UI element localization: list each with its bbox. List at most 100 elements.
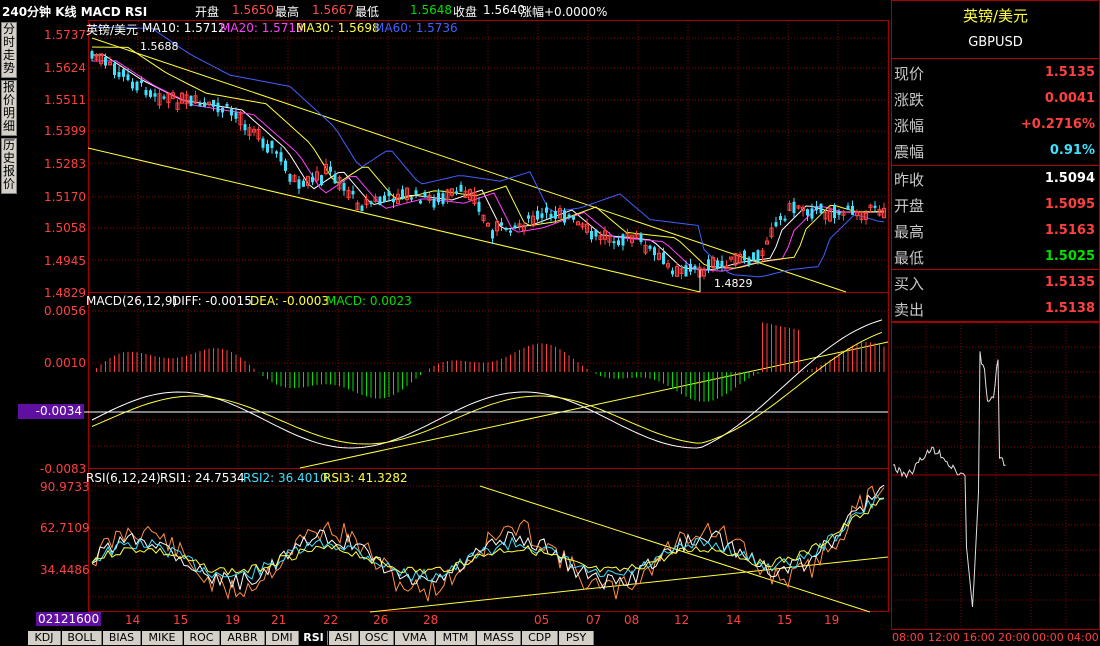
tab-arbr[interactable]: ARBR bbox=[221, 631, 265, 645]
price-tick: 1.5058 bbox=[44, 221, 86, 235]
candle-body bbox=[297, 179, 301, 189]
low-marker: 1.4829 bbox=[714, 277, 753, 290]
quote-row: 最高 1.5163 bbox=[892, 217, 1099, 243]
intraday-time-axis: 08:00 12:00 16:00 20:00 00:00 04:00 bbox=[891, 630, 1100, 646]
time-tick: 08:00 bbox=[892, 631, 924, 644]
quote-row-value: 1.5135 bbox=[1044, 65, 1095, 80]
intraday-mini-chart[interactable] bbox=[891, 322, 1100, 630]
candle-body bbox=[392, 198, 395, 203]
tab-roc[interactable]: ROC bbox=[184, 631, 220, 645]
candle-body bbox=[837, 212, 841, 215]
quote-row: 涨幅 +0.2716% bbox=[892, 111, 1099, 137]
diff-line bbox=[91, 319, 883, 449]
candle-body bbox=[662, 252, 665, 265]
candle-body bbox=[693, 265, 697, 270]
candle-body bbox=[279, 152, 283, 162]
price-tick: 1.5170 bbox=[44, 190, 86, 204]
candle-body bbox=[378, 196, 382, 206]
candle-body bbox=[437, 192, 440, 203]
date-tick: 21 bbox=[271, 613, 287, 627]
candle-body bbox=[833, 206, 836, 219]
candle-body bbox=[752, 252, 755, 261]
candle-body bbox=[401, 189, 404, 198]
candle-body bbox=[491, 230, 494, 239]
tab-mass[interactable]: MASS bbox=[477, 631, 521, 645]
dea-line bbox=[91, 331, 883, 445]
quote-row-label: 买入 bbox=[894, 275, 925, 293]
ma60-readout: MA60: 1.5736 bbox=[374, 21, 458, 35]
quote-row-value: 1.5138 bbox=[1044, 301, 1095, 316]
ma-line bbox=[91, 26, 885, 278]
candle-body bbox=[545, 207, 548, 213]
candle-body bbox=[594, 229, 598, 237]
candle-body bbox=[527, 215, 530, 219]
macd-tick: 0.0010 bbox=[44, 356, 86, 370]
tab-mtm[interactable]: MTM bbox=[436, 631, 476, 645]
candle-body bbox=[477, 201, 481, 212]
date-tick: 19 bbox=[824, 613, 840, 627]
quote-row-value: 1.5163 bbox=[1044, 223, 1095, 238]
candle-body bbox=[162, 96, 166, 99]
quote-row-label: 卖出 bbox=[894, 301, 925, 319]
macd-title: MACD(26,12,9) bbox=[86, 294, 178, 308]
rsi1-readout: RSI1: 24.7534 bbox=[160, 471, 245, 485]
tab-kdj[interactable]: KDJ bbox=[28, 631, 61, 645]
tab-boll[interactable]: BOLL bbox=[62, 631, 102, 645]
candle-body bbox=[671, 270, 674, 275]
tab-dmi[interactable]: DMI bbox=[266, 631, 299, 645]
price-tick: 1.5399 bbox=[44, 124, 86, 138]
quote-row-value: 0.91% bbox=[1049, 143, 1095, 158]
main-chart[interactable] bbox=[0, 0, 890, 630]
candle-body bbox=[369, 201, 373, 204]
high-marker: 1.5688 bbox=[140, 40, 179, 53]
candle-body bbox=[509, 230, 512, 233]
candle-body bbox=[342, 183, 346, 191]
quote-row: 开盘 1.5095 bbox=[892, 191, 1099, 217]
tab-psy[interactable]: PSY bbox=[559, 631, 594, 645]
candle-body bbox=[774, 222, 778, 227]
candle-body bbox=[131, 81, 134, 89]
candle-body bbox=[653, 247, 656, 256]
cursor-date: 02121600 bbox=[36, 612, 102, 626]
quote-row-value: 1.5135 bbox=[1044, 275, 1095, 290]
ma-line bbox=[91, 46, 884, 269]
tab-vma[interactable]: VMA bbox=[395, 631, 435, 645]
tab-mike[interactable]: MIKE bbox=[142, 631, 183, 645]
candle-body bbox=[140, 80, 143, 83]
tab-osc[interactable]: OSC bbox=[360, 631, 394, 645]
candle-body bbox=[441, 193, 445, 204]
quote-row-label: 涨跌 bbox=[894, 91, 925, 109]
tab-asi[interactable]: ASI bbox=[329, 631, 359, 645]
tab-cdp[interactable]: CDP bbox=[522, 631, 558, 645]
candle-body bbox=[572, 216, 575, 220]
quote-row-value: 1.5025 bbox=[1044, 249, 1095, 264]
candle-body bbox=[783, 218, 787, 221]
quote-row-value: +0.2716% bbox=[1020, 117, 1095, 132]
candle-body bbox=[707, 259, 710, 270]
candle-body bbox=[230, 109, 233, 116]
candle-body bbox=[302, 180, 305, 187]
tab-bias[interactable]: BIAS bbox=[103, 631, 141, 645]
candle-body bbox=[617, 240, 620, 246]
quote-divider bbox=[892, 269, 1099, 270]
candle-body bbox=[779, 216, 782, 220]
candle-body bbox=[639, 233, 643, 243]
date-tick: 12 bbox=[674, 613, 690, 627]
quote-row: 买入 1.5135 bbox=[892, 269, 1099, 295]
candle-body bbox=[720, 260, 724, 268]
candle-body bbox=[536, 210, 539, 220]
candle-body bbox=[410, 197, 413, 200]
date-tick: 15 bbox=[173, 613, 189, 627]
candle-body bbox=[270, 140, 274, 148]
candle-body bbox=[504, 227, 508, 230]
time-tick: 20:00 bbox=[998, 631, 1030, 644]
tab-rsi[interactable]: RSI bbox=[300, 631, 328, 645]
candle-body bbox=[414, 190, 418, 195]
candle-body bbox=[122, 69, 125, 77]
quote-symbol-name: 英镑/美元 bbox=[962, 7, 1029, 25]
quote-symbol-code: GBPUSD bbox=[968, 35, 1023, 50]
candle-body bbox=[153, 93, 157, 97]
candle-body bbox=[383, 195, 386, 203]
candle-body bbox=[500, 222, 503, 226]
candle-body bbox=[684, 265, 688, 277]
